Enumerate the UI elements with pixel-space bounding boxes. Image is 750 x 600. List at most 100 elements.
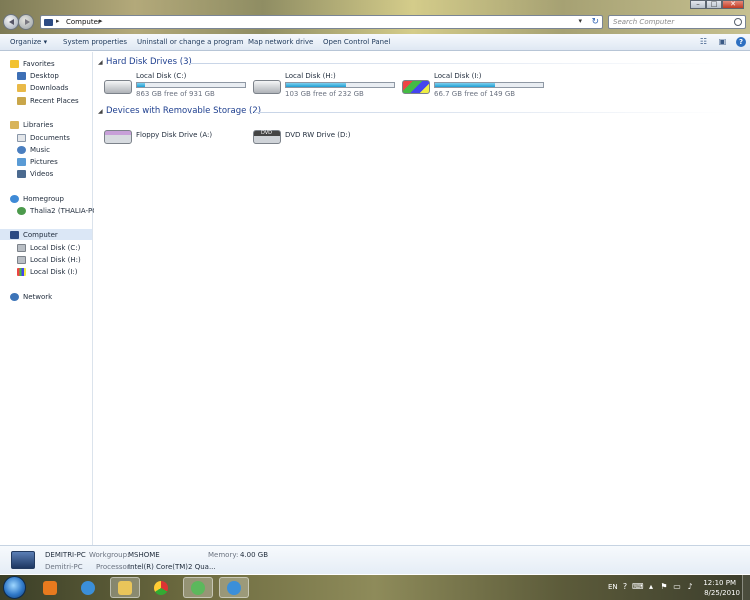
pc-subname: Demitri-PC — [45, 563, 83, 571]
taskbar-messenger[interactable] — [183, 577, 213, 598]
uninstall-program-button[interactable]: Uninstall or change a program — [137, 38, 244, 46]
close-button[interactable]: ✕ — [722, 0, 744, 9]
system-tray: EN ? ⌨ ▴ ⚑ ▭ ♪ 12:10 PM 8/25/2010 — [600, 575, 750, 600]
nav-computer[interactable]: Computer — [0, 229, 92, 240]
nav-favorites[interactable]: Favorites — [10, 58, 55, 69]
drive-tile-i[interactable]: Local Disk (I:) 66.7 GB free of 149 GB — [402, 72, 552, 102]
nav-pictures[interactable]: Pictures — [17, 156, 58, 167]
nav-music[interactable]: Music — [17, 144, 50, 155]
action-center-icon[interactable]: ⚑ — [659, 582, 669, 592]
drive-tile-dvd[interactable]: DVD DVD RW Drive (D:) — [253, 122, 403, 152]
window-title-bar: ▸ Computer ▸ ▾ ↻ Search Computer – □ ✕ — [0, 0, 750, 34]
nav-recent-places[interactable]: Recent Places — [17, 95, 79, 106]
refresh-icon[interactable]: ↻ — [591, 17, 599, 27]
drive-usage-bar — [434, 82, 544, 88]
media-player-icon — [43, 580, 57, 595]
nav-homegroup[interactable]: Homegroup — [10, 193, 64, 204]
address-dropdown-icon[interactable]: ▾ — [578, 17, 582, 25]
dvd-drive-icon: DVD — [253, 130, 281, 144]
volume-icon[interactable]: ♪ — [685, 582, 695, 592]
back-button[interactable] — [3, 14, 19, 30]
maximize-button[interactable]: □ — [706, 0, 722, 9]
nav-network[interactable]: Network — [10, 291, 52, 302]
drive-usage-fill — [435, 83, 495, 87]
drive-tile-c[interactable]: Local Disk (C:) 863 GB free of 931 GB — [104, 72, 254, 102]
documents-icon — [17, 133, 26, 142]
help-tray-icon[interactable]: ? — [620, 582, 630, 592]
details-pane: DEMITRI-PC Demitri-PC Workgroup: MSHOME … — [0, 545, 750, 574]
collapse-arrow-icon[interactable]: ◢ — [98, 59, 103, 66]
nav-label: Computer — [23, 230, 58, 239]
nav-disk-h[interactable]: Local Disk (H:) — [17, 254, 81, 265]
recent-places-icon — [17, 96, 26, 105]
open-control-panel-button[interactable]: Open Control Panel — [323, 38, 390, 46]
floppy-drive-icon — [104, 130, 132, 144]
view-options-icon[interactable]: ☷ — [698, 37, 709, 47]
command-bar: Organize ▾ System properties Uninstall o… — [0, 34, 750, 51]
breadcrumb-arrow-icon[interactable]: ▸ — [56, 17, 60, 25]
processor-label: Processor: — [96, 563, 132, 571]
preview-pane-icon[interactable]: ▣ — [717, 37, 728, 47]
hard-disk-icon — [17, 243, 26, 252]
drive-name: DVD RW Drive (D:) — [285, 131, 351, 139]
search-placeholder: Search Computer — [613, 18, 675, 26]
clock-time[interactable]: 12:10 PM — [703, 579, 736, 587]
taskbar-chrome[interactable] — [146, 577, 176, 598]
memory-label: Memory: — [208, 551, 239, 559]
nav-documents[interactable]: Documents — [17, 132, 70, 143]
clock-date[interactable]: 8/25/2010 — [704, 589, 740, 597]
forward-button[interactable] — [18, 14, 34, 30]
start-button[interactable] — [3, 576, 26, 599]
search-icon[interactable] — [734, 18, 742, 26]
group-divider — [189, 63, 729, 64]
show-hidden-icons[interactable]: ▴ — [646, 582, 656, 592]
show-desktop-button[interactable] — [742, 575, 750, 600]
nav-disk-i[interactable]: Local Disk (I:) — [17, 266, 78, 277]
nav-desktop[interactable]: Desktop — [17, 70, 59, 81]
dvd-label: DVD — [261, 130, 273, 136]
nav-label: Local Disk (I:) — [30, 267, 78, 276]
libraries-icon — [10, 120, 19, 129]
breadcrumb-computer[interactable]: Computer — [66, 18, 101, 26]
collapse-arrow-icon[interactable]: ◢ — [98, 108, 103, 115]
content-pane: ◢ Hard Disk Drives (3) Local Disk (C:) 8… — [94, 52, 750, 545]
nav-libraries[interactable]: Libraries — [10, 119, 53, 130]
nav-disk-c[interactable]: Local Disk (C:) — [17, 242, 80, 253]
drive-usage-bar — [136, 82, 246, 88]
organize-menu[interactable]: Organize ▾ — [10, 38, 47, 46]
breadcrumb-arrow-icon[interactable]: ▸ — [99, 17, 103, 25]
nav-label: Desktop — [30, 71, 59, 80]
navigation-pane: Favorites Desktop Downloads Recent Place… — [0, 52, 97, 545]
keyboard-tray-icon[interactable]: ⌨ — [632, 582, 644, 592]
network-tray-icon[interactable]: ▭ — [672, 582, 682, 592]
drive-free-space: 863 GB free of 931 GB — [136, 90, 215, 98]
workgroup-value: MSHOME — [128, 551, 160, 559]
drive-tile-h[interactable]: Local Disk (H:) 103 GB free of 232 GB — [253, 72, 403, 102]
star-icon — [10, 59, 19, 68]
nav-label: Local Disk (C:) — [30, 243, 81, 252]
taskbar-internet-explorer-2[interactable] — [219, 577, 249, 598]
internet-explorer-icon — [81, 580, 95, 595]
taskbar-media-player[interactable] — [35, 577, 65, 598]
nav-homegroup-user[interactable]: Thalia2 (THALIA-PC — [17, 205, 97, 216]
search-input[interactable]: Search Computer — [608, 15, 746, 29]
nav-downloads[interactable]: Downloads — [17, 82, 68, 93]
system-properties-button[interactable]: System properties — [63, 38, 127, 46]
map-network-drive-button[interactable]: Map network drive — [248, 38, 313, 46]
language-indicator[interactable]: EN — [608, 583, 618, 591]
nav-videos[interactable]: Videos — [17, 168, 53, 179]
minimize-button[interactable]: – — [690, 0, 706, 9]
drive-usage-fill — [286, 83, 347, 87]
nav-label: Pictures — [30, 157, 58, 166]
nav-label: Favorites — [23, 59, 55, 68]
group-removable-storage[interactable]: Devices with Removable Storage (2) — [106, 106, 261, 116]
address-bar[interactable]: ▸ Computer ▸ ▾ ↻ — [40, 15, 603, 29]
taskbar-internet-explorer[interactable] — [73, 577, 103, 598]
drive-tile-floppy[interactable]: Floppy Disk Drive (A:) — [104, 122, 254, 152]
help-icon[interactable]: ? — [736, 37, 746, 47]
nav-label: Downloads — [30, 83, 69, 92]
group-hard-disk-drives[interactable]: Hard Disk Drives (3) — [106, 57, 192, 67]
user-icon — [17, 206, 26, 215]
computer-icon — [11, 551, 35, 569]
taskbar-explorer[interactable] — [110, 577, 140, 598]
